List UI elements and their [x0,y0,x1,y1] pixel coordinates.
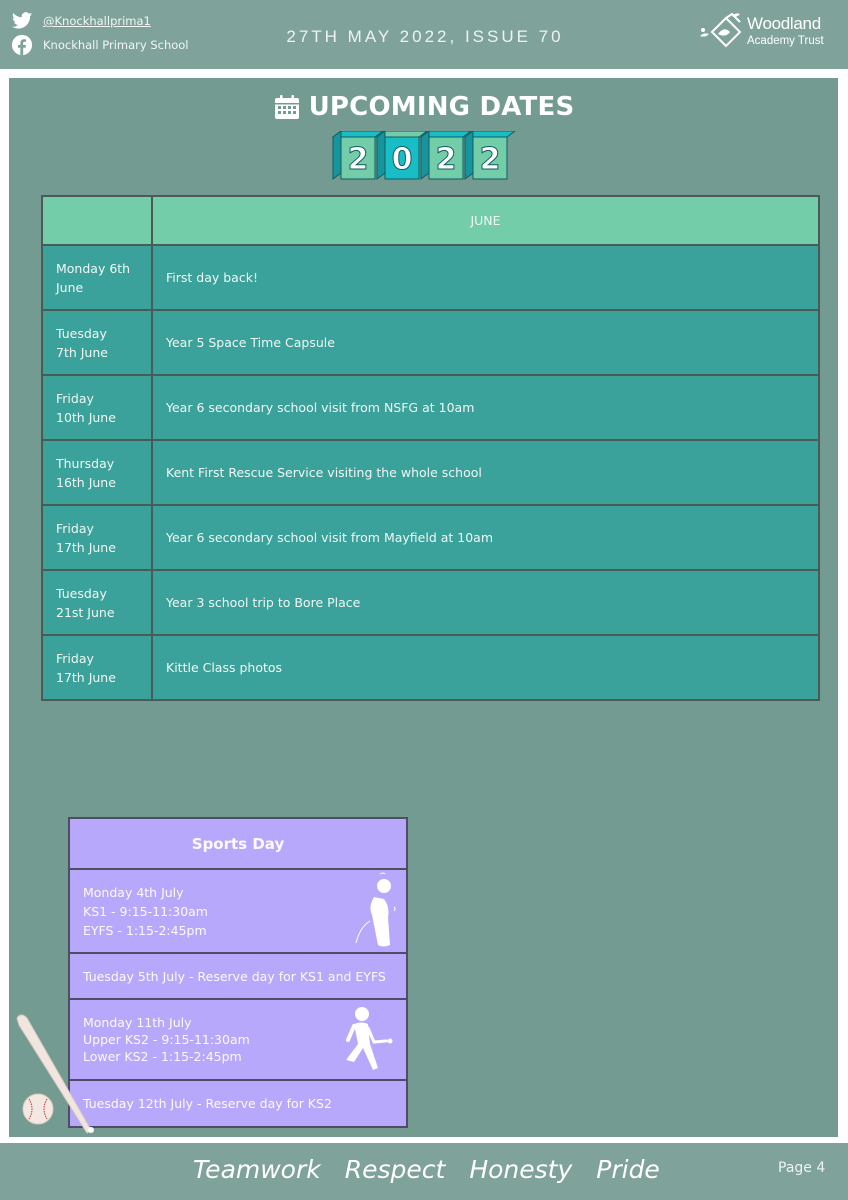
year-digit: 2 [480,142,501,177]
year-block-1: 2 [331,131,384,180]
facebook-name: Knockhall Primary School [43,38,189,52]
facebook-link-row[interactable]: Knockhall Primary School [11,34,189,56]
row-event: Year 5 Space Time Capsule [151,309,820,376]
table-header-row: JUNE [41,195,820,246]
issue-date: 27TH MAY 2022, ISSUE 70 [286,27,564,46]
newsletter-footer: Teamwork Respect Honesty Pride Page 4 [0,1143,848,1200]
value-pride: Pride [596,1155,660,1184]
calendar-icon [274,95,299,119]
value-respect: Respect [344,1155,446,1184]
sports-day-title: Sports Day [68,817,408,870]
facebook-icon [11,34,33,56]
twitter-link-row[interactable]: @Knockhallprima1 [11,10,151,32]
value-teamwork: Teamwork [193,1155,321,1184]
woodland-house-icon [700,12,742,48]
row-date: Friday 17th June [41,634,153,701]
baseball-icon [22,1093,54,1125]
row-date: Friday 17th June [41,504,153,571]
row-date: Friday 10th June [41,374,153,441]
table-row: Tuesday 21st June Year 3 school trip to B… [41,569,820,636]
sports-day-table: Sports Day Monday 4th July KS1 - 9:15-11… [68,817,408,1128]
school-values: Teamwork Respect Honesty Pride [193,1155,660,1184]
table-row: Thursday 16th June Kent First Rescue Serv… [41,439,820,506]
row-date: Monday 6th June [41,244,153,311]
table-row: Monday 6th June First day back! [41,244,820,311]
year-block-2: 0 [375,131,428,180]
june-dates-table: JUNE Monday 6th June First day back! Tues… [41,195,820,701]
value-honesty: Honesty [469,1155,573,1184]
upcoming-dates-panel: UPCOMING DATES 2 0 2 2 JUNE Monday 6th J… [9,78,838,1137]
year-2022-blocks: 2 0 2 2 [331,131,516,180]
section-title: UPCOMING DATES [9,92,838,122]
row-event: Kent First Rescue Service visiting the w… [151,439,820,506]
month-header: JUNE [151,195,820,246]
page-number: Page 4 [778,1160,826,1176]
row-event: Year 6 secondary school visit from Mayfi… [151,504,820,571]
running-figure-icon [346,1007,393,1070]
ks2-sports-day: Monday 11th July Upper KS2 - 9:15-11:30a… [68,998,408,1081]
twitter-handle[interactable]: @Knockhallprima1 [43,14,151,28]
ks1-sports-day: Monday 4th July KS1 - 9:15-11:30am EYFS … [68,868,408,954]
row-event: Year 3 school trip to Bore Place [151,569,820,636]
row-event: First day back! [151,244,820,311]
twitter-icon [11,12,33,29]
table-row: Friday 17th June Year 6 secondary school … [41,504,820,571]
newsletter-header: @Knockhallprima1 Knockhall Primary Schoo… [0,0,848,69]
logo-subtitle: Academy Trust [747,35,824,47]
sack-race-figure-icon [355,872,396,947]
section-title-text: UPCOMING DATES [308,92,575,122]
table-row: Tuesday 7th June Year 5 Space Time Capsul… [41,309,820,376]
row-date: Thursday 16th June [41,439,153,506]
ks2-reserve-day: Tuesday 12th July - Reserve day for KS2 [68,1079,408,1128]
year-block-4: 2 [463,131,516,180]
logo-title: Woodland [747,14,821,33]
year-digit: 2 [436,142,457,177]
woodland-logo: Woodland Academy Trust [698,8,838,54]
row-date: Tuesday 21st June [41,569,153,636]
ks1-reserve-day: Tuesday 5th July - Reserve day for KS1 a… [68,952,408,1000]
year-digit: 2 [348,142,369,177]
year-digit: 0 [392,142,413,177]
year-block-3: 2 [419,131,472,180]
table-row: Friday 17th June Kittle Class photos [41,634,820,701]
row-event: Kittle Class photos [151,634,820,701]
date-column-header [41,195,153,246]
row-date: Tuesday 7th June [41,309,153,376]
row-event: Year 6 secondary school visit from NSFG … [151,374,820,441]
table-row: Friday 10th June Year 6 secondary school … [41,374,820,441]
